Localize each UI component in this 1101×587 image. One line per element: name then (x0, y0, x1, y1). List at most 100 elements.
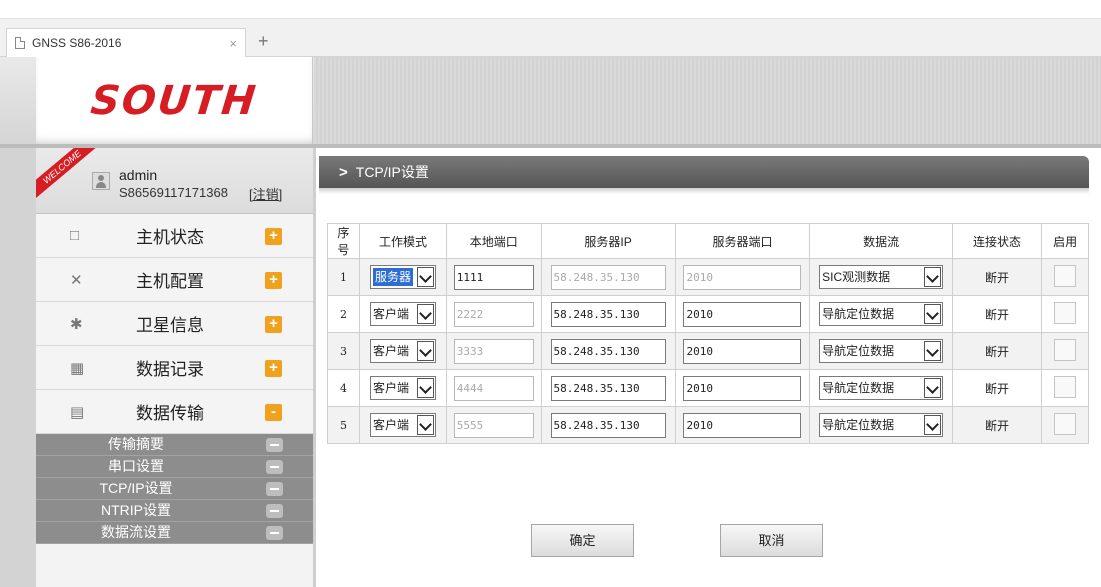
server-port-input[interactable]: 2010 (683, 301, 802, 327)
cancel-button[interactable]: 取消 (720, 524, 823, 557)
satellite-icon: ✱ (70, 315, 83, 333)
enable-cell (1041, 406, 1089, 444)
enable-checkbox[interactable] (1054, 412, 1077, 435)
submenu-ntrip-settings[interactable]: NTRIP设置 (36, 500, 313, 522)
confirm-button[interactable]: 确定 (531, 524, 634, 557)
local-port-input[interactable]: 5555 (453, 412, 534, 438)
enable-checkbox[interactable] (1054, 264, 1077, 287)
dropdown-arrow-icon[interactable] (924, 267, 942, 287)
mode-cell: 客户端 (358, 369, 448, 407)
local-port-input[interactable]: 1111 (453, 264, 534, 290)
logout-link[interactable]: [注销] (249, 184, 282, 203)
dropdown-arrow-icon[interactable] (416, 378, 434, 398)
local-port-cell: 1111 (446, 258, 542, 296)
server-ip-input[interactable]: 58.248.35.130 (550, 301, 666, 327)
username: admin (119, 167, 158, 183)
enable-cell (1041, 295, 1089, 333)
local-port-input[interactable]: 3333 (453, 338, 534, 364)
enable-cell (1041, 258, 1089, 296)
col-index-header: 序号 (327, 223, 360, 259)
stream-cell: SIC观测数据 (809, 258, 953, 296)
tab-title: GNSS S86-2016 (32, 36, 122, 50)
stream-select[interactable]: 导航定位数据 (819, 376, 944, 400)
left-gutter (0, 148, 36, 587)
tcpip-table: 序号 工作模式 本地端口 服务器IP 服务器端口 数据流 连接状态 启用 1 服… (327, 223, 1089, 444)
sidebar-item-data-transfer[interactable]: ▤ 数据传输 - (36, 390, 313, 434)
server-port-cell: 2010 (674, 332, 811, 370)
dropdown-arrow-icon[interactable] (416, 304, 434, 324)
dropdown-arrow-icon[interactable] (924, 304, 942, 324)
server-ip-input[interactable]: 58.248.35.130 (550, 264, 666, 290)
sidebar-item-label: 数据传输 (136, 404, 204, 423)
server-port-input[interactable]: 2010 (683, 412, 802, 438)
browser-tab[interactable]: GNSS S86-2016 × (6, 28, 246, 57)
dropdown-arrow-icon[interactable] (416, 415, 434, 435)
mode-select[interactable]: 客户端 (369, 413, 436, 437)
minus-icon (266, 482, 283, 496)
submenu-transfer-summary[interactable]: 传输摘要 (36, 434, 313, 456)
logo-area: SOUTH (36, 57, 313, 144)
dropdown-arrow-icon[interactable] (416, 341, 434, 361)
dropdown-arrow-icon[interactable] (924, 341, 942, 361)
header-pattern (314, 57, 1101, 144)
local-port-input[interactable]: 2222 (453, 301, 534, 327)
mode-value: 客户端 (372, 381, 409, 395)
expand-icon[interactable]: + (265, 360, 282, 377)
expand-icon[interactable]: + (265, 316, 282, 333)
mode-select[interactable]: 客户端 (369, 339, 436, 363)
server-ip-input[interactable]: 58.248.35.130 (550, 375, 666, 401)
stream-select[interactable]: SIC观测数据 (819, 265, 944, 289)
dropdown-arrow-icon[interactable] (416, 267, 434, 287)
dropdown-arrow-icon[interactable] (924, 378, 942, 398)
server-ip-input[interactable]: 58.248.35.130 (550, 412, 666, 438)
close-tab-icon[interactable]: × (229, 36, 237, 51)
table-row: 1 服务器 1111 58.248.35.130 2010 SIC观测数据 断开 (327, 258, 1089, 296)
server-ip-cell: 58.248.35.130 (540, 258, 676, 296)
table-row: 3 客户端 3333 58.248.35.130 2010 导航定位数据 断开 (327, 332, 1089, 370)
server-ip-cell: 58.248.35.130 (540, 295, 676, 333)
mode-cell: 客户端 (358, 406, 448, 444)
submenu-datastream-settings[interactable]: 数据流设置 (36, 522, 313, 544)
stream-value: 导航定位数据 (822, 344, 895, 358)
stream-cell: 导航定位数据 (809, 406, 953, 444)
device-serial: S86569117171368 (119, 185, 228, 200)
enable-cell (1041, 369, 1089, 407)
local-port-cell: 3333 (446, 332, 542, 370)
expand-icon[interactable]: + (265, 272, 282, 289)
submenu-serial-settings[interactable]: 串口设置 (36, 456, 313, 478)
stream-select[interactable]: 导航定位数据 (819, 302, 944, 326)
mode-select[interactable]: 客户端 (369, 302, 436, 326)
local-port-cell: 5555 (446, 406, 542, 444)
server-port-input[interactable]: 2010 (683, 375, 802, 401)
table-header-row: 序号 工作模式 本地端口 服务器IP 服务器端口 数据流 连接状态 启用 (327, 223, 1089, 259)
submenu-tcpip-settings[interactable]: TCP/IP设置 (36, 478, 313, 500)
enable-cell (1041, 332, 1089, 370)
new-tab-icon[interactable]: + (258, 31, 269, 52)
status-cell: 断开 (951, 369, 1043, 407)
collapse-icon[interactable]: - (265, 404, 282, 421)
enable-checkbox[interactable] (1054, 338, 1077, 361)
sidebar-item-host-config[interactable]: ✕ 主机配置 + (36, 258, 313, 302)
dropdown-arrow-icon[interactable] (924, 415, 942, 435)
stream-value: 导航定位数据 (822, 418, 895, 432)
sidebar-item-label: 主机状态 (136, 228, 204, 247)
sidebar-item-satellite-info[interactable]: ✱ 卫星信息 + (36, 302, 313, 346)
local-port-input[interactable]: 4444 (453, 375, 534, 401)
sidebar-item-host-status[interactable]: □ 主机状态 + (36, 214, 313, 258)
sidebar-item-data-record[interactable]: ▦ 数据记录 + (36, 346, 313, 390)
server-port-input[interactable]: 2010 (683, 264, 802, 290)
mode-select[interactable]: 服务器 (369, 265, 436, 289)
stream-select[interactable]: 导航定位数据 (819, 339, 944, 363)
expand-icon[interactable]: + (265, 228, 282, 245)
server-port-input[interactable]: 2010 (683, 338, 802, 364)
stream-cell: 导航定位数据 (809, 332, 953, 370)
enable-checkbox[interactable] (1054, 375, 1077, 398)
row-index: 2 (327, 295, 360, 333)
mode-value: 客户端 (372, 344, 409, 358)
server-port-cell: 2010 (674, 258, 811, 296)
enable-checkbox[interactable] (1054, 301, 1077, 324)
server-ip-input[interactable]: 58.248.35.130 (550, 338, 666, 364)
col-mode-header: 工作模式 (358, 223, 448, 259)
mode-select[interactable]: 客户端 (369, 376, 436, 400)
stream-select[interactable]: 导航定位数据 (819, 413, 944, 437)
